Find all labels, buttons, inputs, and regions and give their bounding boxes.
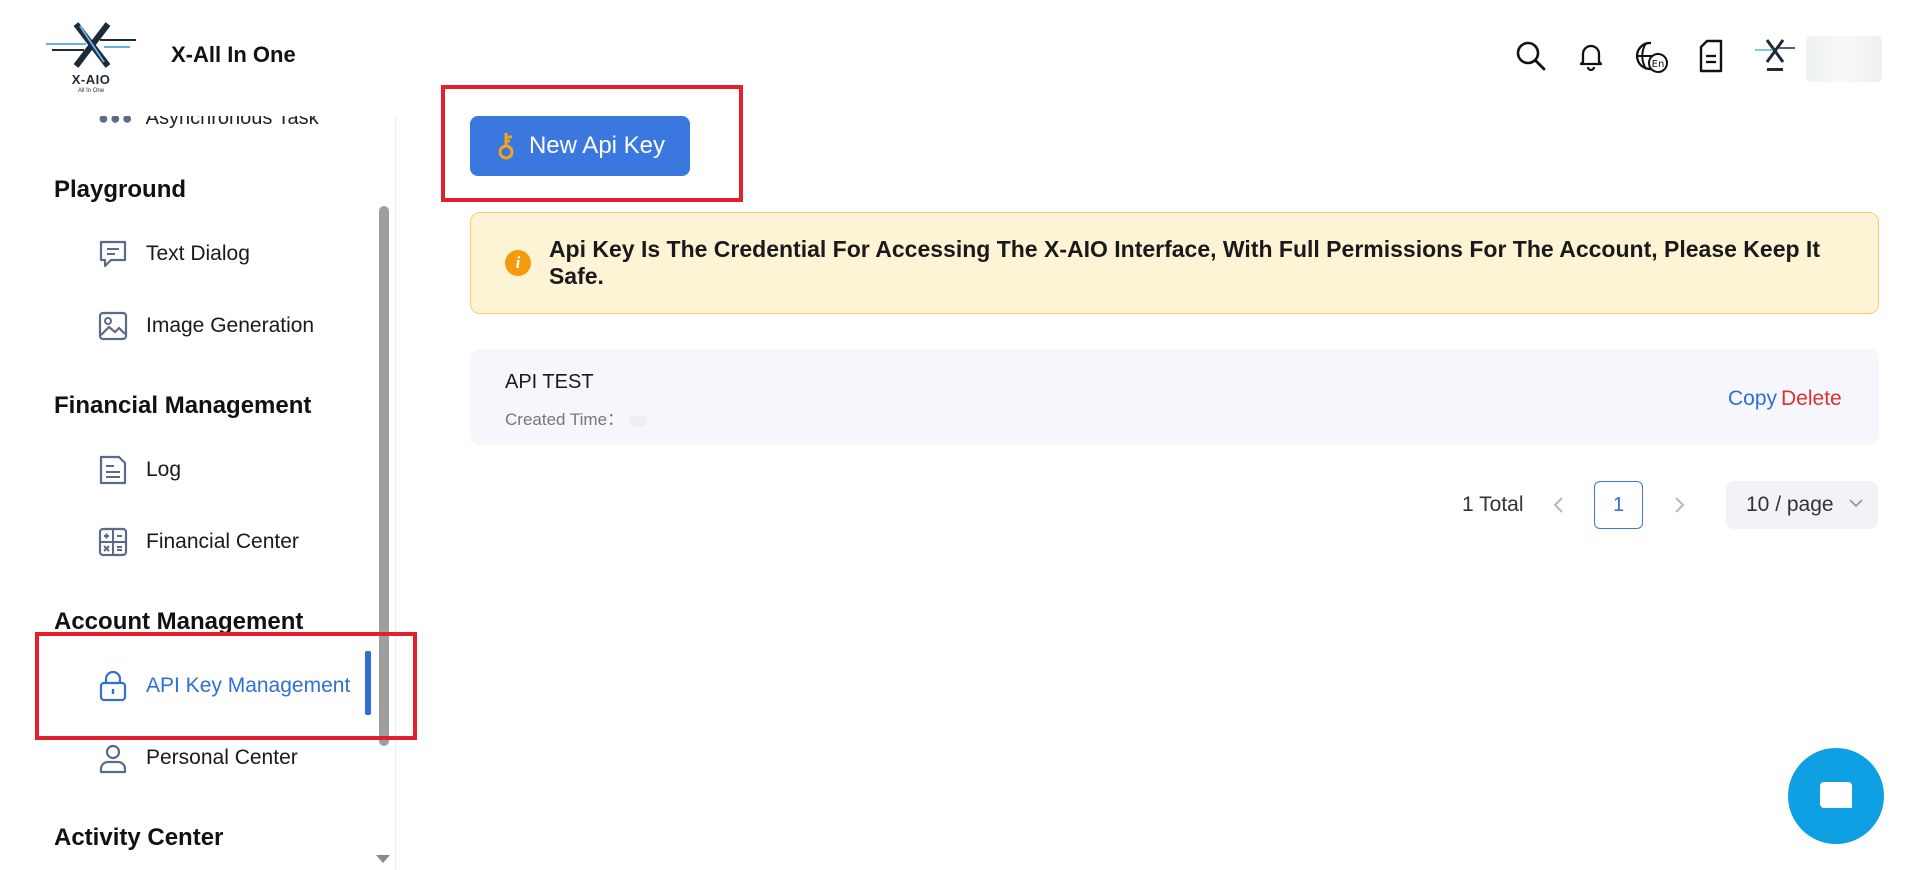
sidebar-item-text-dialog[interactable]: Text Dialog [96,232,250,276]
chat-support-button[interactable] [1788,748,1884,844]
notice-text: Api Key Is The Credential For Accessing … [548,236,1820,289]
sidebar-divider [395,116,396,870]
sidebar-item-label: Asynchronous Task [145,116,319,129]
key-icon [498,133,514,160]
security-notice: i Api Key Is The Credential For Accessin… [470,212,1879,314]
sidebar-item-label: Log [146,458,182,481]
sidebar-item-image-generation[interactable]: Image Generation [96,304,314,348]
api-key-created-time: Created Time： [505,405,647,430]
chat-bubble-icon [1820,782,1852,808]
user-name-blurred[interactable] [1806,36,1882,82]
app-title: X-All In One [171,42,296,67]
app-logo[interactable]: X-AIO All In One [46,22,136,96]
sidebar-item-financial-center[interactable]: Financial Center [96,520,299,564]
chevron-down-icon [1849,499,1863,508]
notes-icon[interactable] [1691,36,1731,76]
copy-button[interactable]: Copy [1728,387,1777,411]
language-icon[interactable]: En [1631,36,1671,76]
calculator-icon [96,525,130,559]
page-size-value: 10 / page [1746,493,1834,516]
api-key-name: API TEST [505,371,594,393]
page-size-select[interactable]: 10 / page [1726,481,1878,529]
sidebar-item-label: Image Generation [146,314,315,337]
dots-icon: ●●● [98,116,134,128]
sidebar: ●●● Asynchronous Task Playground Text Di… [0,116,396,870]
sidebar-item-asynchronous-task[interactable]: ●●● Asynchronous Task [98,116,319,133]
sidebar-item-label: Financial Center [146,530,299,553]
logo-subtext: All In One [77,88,105,94]
avatar[interactable] [1753,36,1797,80]
document-icon [96,453,130,487]
sidebar-item-personal-center[interactable]: Personal Center [96,736,298,780]
svg-text:En: En [1652,59,1665,70]
user-icon [96,741,130,775]
pagination-page-1[interactable]: 1 [1594,481,1643,529]
image-icon [96,309,130,343]
new-api-key-button[interactable]: New Api Key [470,116,690,176]
pagination-total: 1 Total [1462,493,1524,516]
bell-icon[interactable] [1571,36,1611,76]
scroll-down-arrow-icon[interactable] [376,855,390,863]
chevron-right-icon[interactable] [1668,492,1692,518]
delete-button[interactable]: Delete [1781,387,1842,411]
info-icon: i [505,250,531,276]
group-title-financial-management: Financial Management [54,392,312,419]
api-key-row: API TEST Created Time： Copy Delete [470,349,1879,445]
created-time-value-blurred [628,415,647,426]
search-icon[interactable] [1511,36,1551,76]
created-time-label: Created Time： [505,410,625,429]
logo-mark-icon [46,22,136,68]
sidebar-item-label: Personal Center [146,746,298,769]
top-header: X-AIO All In One X-All In One En [0,0,1905,116]
group-title-activity-center: Activity Center [54,824,224,851]
sidebar-item-label: Text Dialog [146,242,250,265]
group-title-playground: Playground [54,176,187,203]
chat-icon [96,237,130,271]
new-api-key-label: New Api Key [528,132,666,159]
highlight-box-api-key-menu [35,632,417,740]
chevron-left-icon[interactable] [1546,492,1570,518]
sidebar-item-log[interactable]: Log [96,448,181,492]
logo-text: X-AIO [71,72,111,87]
